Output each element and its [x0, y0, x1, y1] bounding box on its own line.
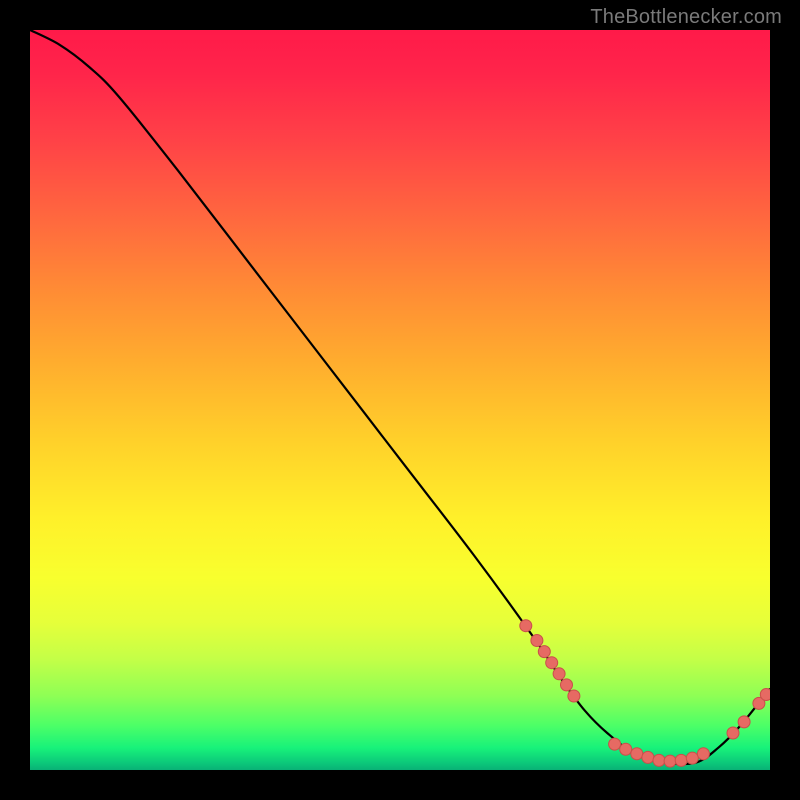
data-point [561, 679, 573, 691]
data-point [631, 748, 643, 760]
data-point [675, 754, 687, 766]
data-point [738, 716, 750, 728]
attribution-label: TheBottlenecker.com [590, 6, 782, 29]
bottleneck-curve [30, 30, 770, 764]
plot-area [30, 30, 770, 770]
data-markers [520, 620, 770, 767]
data-point [642, 751, 654, 763]
data-point [664, 755, 676, 767]
chart-svg [30, 30, 770, 770]
data-point [760, 689, 770, 701]
data-point [538, 646, 550, 658]
data-point [653, 754, 665, 766]
data-point [686, 752, 698, 764]
data-point [620, 743, 632, 755]
data-point [553, 668, 565, 680]
data-point [520, 620, 532, 632]
data-point [697, 748, 709, 760]
data-point [531, 635, 543, 647]
chart-frame: TheBottlenecker.com [0, 0, 800, 800]
data-point [568, 690, 580, 702]
data-point [609, 738, 621, 750]
data-point [546, 657, 558, 669]
data-point [727, 727, 739, 739]
